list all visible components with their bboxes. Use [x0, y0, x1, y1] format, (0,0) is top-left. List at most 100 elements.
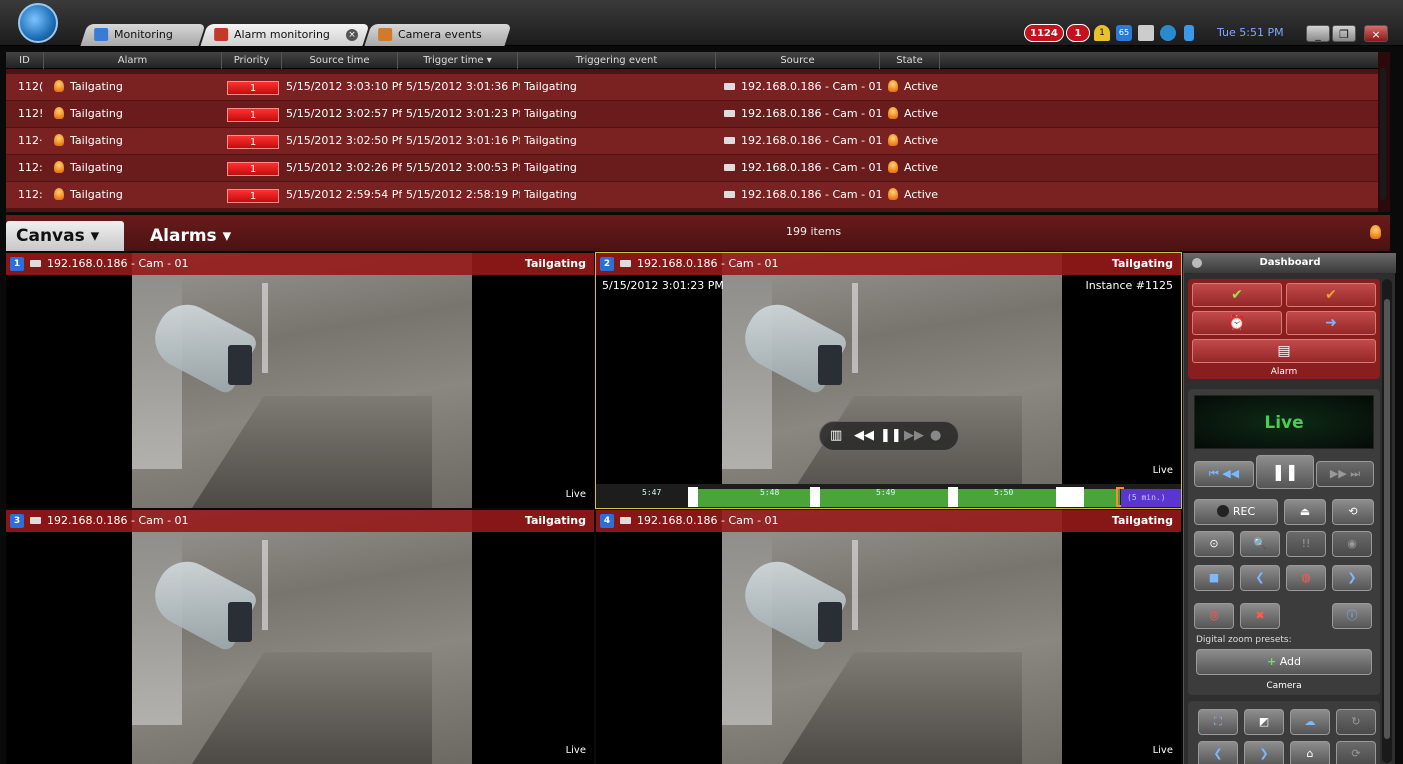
- wall-shadow: [132, 532, 182, 726]
- alarm-indicator-icon[interactable]: [1370, 225, 1381, 239]
- tile-source: 192.168.0.186 - Cam - 01: [620, 253, 779, 275]
- rotate-button[interactable]: ⟲: [1332, 499, 1374, 525]
- tile-number: 4: [600, 514, 614, 528]
- triggering-event: Tailgating: [524, 188, 577, 201]
- wall-shadow: [722, 275, 772, 469]
- tab-camera-events[interactable]: Camera events: [364, 24, 512, 46]
- alarm-name-cell: Tailgating: [54, 74, 214, 100]
- filmstrip-icon[interactable]: ▥: [830, 428, 842, 443]
- acknowledge-button[interactable]: ✔: [1192, 283, 1282, 307]
- dashboard-scrollbar[interactable]: [1382, 279, 1392, 763]
- priority-badge: 1: [227, 81, 279, 95]
- priority-badge: 1: [227, 135, 279, 149]
- tab-monitoring[interactable]: Monitoring: [80, 24, 206, 46]
- timeline-marker[interactable]: [1056, 487, 1084, 507]
- forward-button[interactable]: ➜: [1286, 311, 1376, 335]
- gear-icon[interactable]: [1192, 258, 1202, 268]
- snooze-button[interactable]: ⏰: [1192, 311, 1282, 335]
- next-icon[interactable]: ❯: [1332, 565, 1372, 591]
- acknowledge-alt-button[interactable]: ✔: [1286, 283, 1376, 307]
- alarm-count-badge[interactable]: 1124: [1024, 24, 1064, 42]
- cloud-icon[interactable]: ☁: [1290, 709, 1330, 735]
- table-row[interactable]: 112: Tailgating 1 5/15/2012 3:02:26 Pf 5/15/…: [6, 155, 1378, 181]
- alarm-icon: [54, 134, 64, 146]
- fullscreen-icon[interactable]: ⛶: [1198, 709, 1238, 735]
- timeline[interactable]: 5:47 5:48 5:49 5:50 (5 min.): [596, 484, 1181, 508]
- restore-button[interactable]: ❐: [1332, 25, 1356, 42]
- dashboard-scroll-thumb[interactable]: [1384, 299, 1390, 739]
- minimize-button[interactable]: _: [1306, 25, 1330, 42]
- zoom-button[interactable]: 🔍: [1240, 531, 1280, 557]
- delete-button[interactable]: ✖: [1240, 603, 1280, 629]
- tab-canvas[interactable]: Canvas ▾: [6, 221, 124, 251]
- stop-button[interactable]: ■: [1194, 565, 1234, 591]
- app-logo: [18, 3, 58, 43]
- bookmark-button[interactable]: !!: [1286, 531, 1326, 557]
- pause-icon[interactable]: ❚❚: [880, 428, 902, 443]
- pause-button[interactable]: ❚❚: [1256, 455, 1314, 489]
- table-row[interactable]: 112· Tailgating 1 5/15/2012 3:02:50 Pf 5/15/…: [6, 128, 1378, 154]
- snapshot-button[interactable]: ◉: [1332, 531, 1372, 557]
- floor-shape: [782, 652, 1022, 764]
- scrollbar-thumb[interactable]: [1380, 68, 1386, 200]
- alarm-trigger-button[interactable]: ◎: [1194, 603, 1234, 629]
- camera-select-icon[interactable]: ◍: [1286, 565, 1326, 591]
- history-button[interactable]: ⊙: [1194, 531, 1234, 557]
- previous-icon[interactable]: ❮: [1240, 565, 1280, 591]
- timeline-tick: 5:48: [760, 488, 780, 497]
- ptz-button[interactable]: ⏏: [1284, 499, 1326, 525]
- nav-forward-icon[interactable]: ❯: [1244, 741, 1284, 764]
- rewind-icon[interactable]: ◀◀: [854, 428, 874, 443]
- record-button[interactable]: REC: [1194, 499, 1278, 525]
- volume-icon[interactable]: [1138, 25, 1154, 41]
- add-preset-button[interactable]: + Add: [1196, 649, 1372, 675]
- camera-icon: [724, 110, 735, 117]
- column-id[interactable]: ID: [6, 52, 44, 69]
- nav-back-icon[interactable]: ❮: [1198, 741, 1238, 764]
- alarm-id: 112:: [18, 188, 43, 201]
- clock: Tue 5:51 PM: [1217, 26, 1284, 39]
- timeline-window[interactable]: (5 min.): [1121, 489, 1181, 507]
- fast-forward-icon[interactable]: ▶▶: [904, 428, 924, 443]
- record-icon[interactable]: ●: [930, 428, 941, 443]
- tile-header: 4 192.168.0.186 - Cam - 01 Tailgating: [596, 510, 1181, 532]
- skip-back-button[interactable]: ⏮ ◀◀: [1194, 461, 1254, 487]
- column-source-time[interactable]: Source time: [282, 52, 398, 69]
- column-triggering-event[interactable]: Triggering event: [518, 52, 716, 69]
- live-label: Live: [1152, 465, 1173, 476]
- warning-icon[interactable]: 1: [1094, 25, 1110, 41]
- camera-feed: [722, 253, 1062, 508]
- report-button[interactable]: ▤: [1192, 339, 1376, 363]
- network-icon[interactable]: [1160, 25, 1176, 41]
- video-tile-4[interactable]: 4 192.168.0.186 - Cam - 01 Tailgating Live: [596, 510, 1181, 764]
- table-row[interactable]: 112: Tailgating 1 5/15/2012 2:59:54 Pf 5/15/…: [6, 182, 1378, 208]
- info-icon[interactable]: ⓘ: [1332, 603, 1372, 629]
- notification-badge[interactable]: 1: [1066, 24, 1090, 42]
- video-tile-3[interactable]: 3 192.168.0.186 - Cam - 01 Tailgating Live: [6, 510, 594, 764]
- monitor-icon[interactable]: 65: [1116, 25, 1132, 41]
- tab-alarm-monitoring[interactable]: Alarm monitoring ×: [200, 24, 370, 46]
- table-row[interactable]: 112(Tailgating 1 5/15/2012 3:03:10 Pf 5/15/…: [6, 74, 1378, 100]
- timeline-marker[interactable]: [948, 487, 958, 507]
- close-icon[interactable]: ×: [346, 29, 358, 41]
- tab-alarms[interactable]: Alarms ▾: [140, 221, 240, 251]
- column-alarm[interactable]: Alarm: [44, 52, 222, 69]
- column-source[interactable]: Source: [716, 52, 880, 69]
- home-icon[interactable]: ⌂: [1290, 741, 1330, 764]
- video-tile-1[interactable]: 1 192.168.0.186 - Cam - 01 Tailgating Live: [6, 253, 594, 508]
- column-state[interactable]: State: [880, 52, 940, 69]
- skip-forward-button[interactable]: ▶▶ ⏭: [1316, 461, 1374, 487]
- column-trigger-time[interactable]: Trigger time ▾: [398, 52, 518, 69]
- grid-scrollbar[interactable]: [1378, 52, 1390, 212]
- table-row[interactable]: 112! Tailgating 1 5/15/2012 3:02:57 Pf 5/15/…: [6, 101, 1378, 127]
- tile-header: 1 192.168.0.186 - Cam - 01 Tailgating: [6, 253, 594, 275]
- close-button[interactable]: ×: [1364, 25, 1388, 42]
- timeline-marker[interactable]: [688, 487, 698, 507]
- column-priority[interactable]: Priority: [222, 52, 282, 69]
- video-tile-2[interactable]: 2 192.168.0.186 - Cam - 01 Tailgating 5/15/…: [595, 252, 1182, 509]
- refresh-icon[interactable]: ↻: [1336, 709, 1376, 735]
- expand-icon[interactable]: ◩: [1244, 709, 1284, 735]
- timeline-marker[interactable]: [810, 487, 820, 507]
- system-tray: 1124 1 1 65 Tue 5:51 PM _ ❐ ×: [1000, 24, 1400, 44]
- sync-icon[interactable]: ⟳: [1336, 741, 1376, 764]
